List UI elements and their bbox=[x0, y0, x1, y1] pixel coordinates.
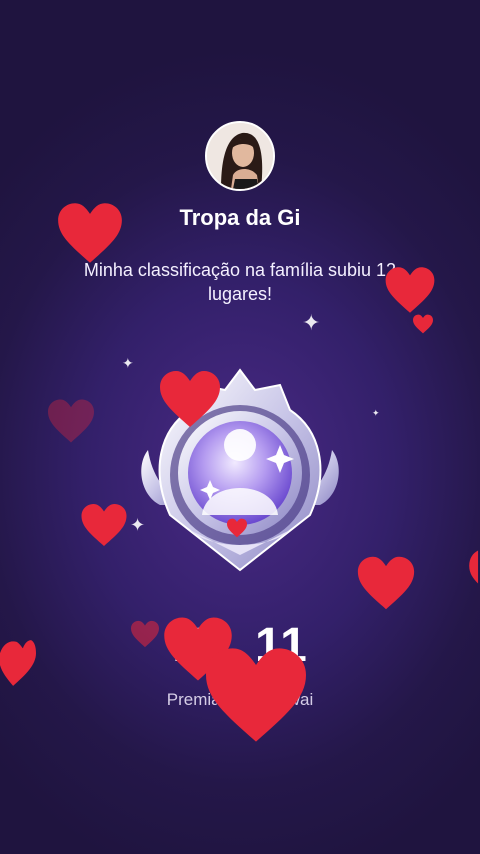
profile-photo-icon bbox=[207, 123, 273, 189]
heart-icon bbox=[357, 556, 415, 610]
heart-icon bbox=[48, 399, 94, 443]
sparkle-icon: ✦ bbox=[372, 408, 380, 418]
heart-icon bbox=[413, 314, 433, 334]
sparkle-icon: ✦ bbox=[302, 310, 321, 335]
heart-icon bbox=[206, 648, 306, 742]
heart-icon bbox=[160, 371, 220, 427]
rank-up-screen: Tropa da Gi Minha classificação na famíl… bbox=[0, 0, 480, 854]
avatar[interactable] bbox=[205, 121, 275, 191]
heart-icon bbox=[58, 203, 122, 263]
heart-icon bbox=[131, 620, 159, 648]
heart-icon bbox=[469, 550, 479, 584]
heart-icon bbox=[227, 518, 247, 538]
heart-icon bbox=[81, 504, 127, 546]
heart-icon bbox=[0, 640, 36, 686]
heart-icon bbox=[385, 267, 435, 313]
